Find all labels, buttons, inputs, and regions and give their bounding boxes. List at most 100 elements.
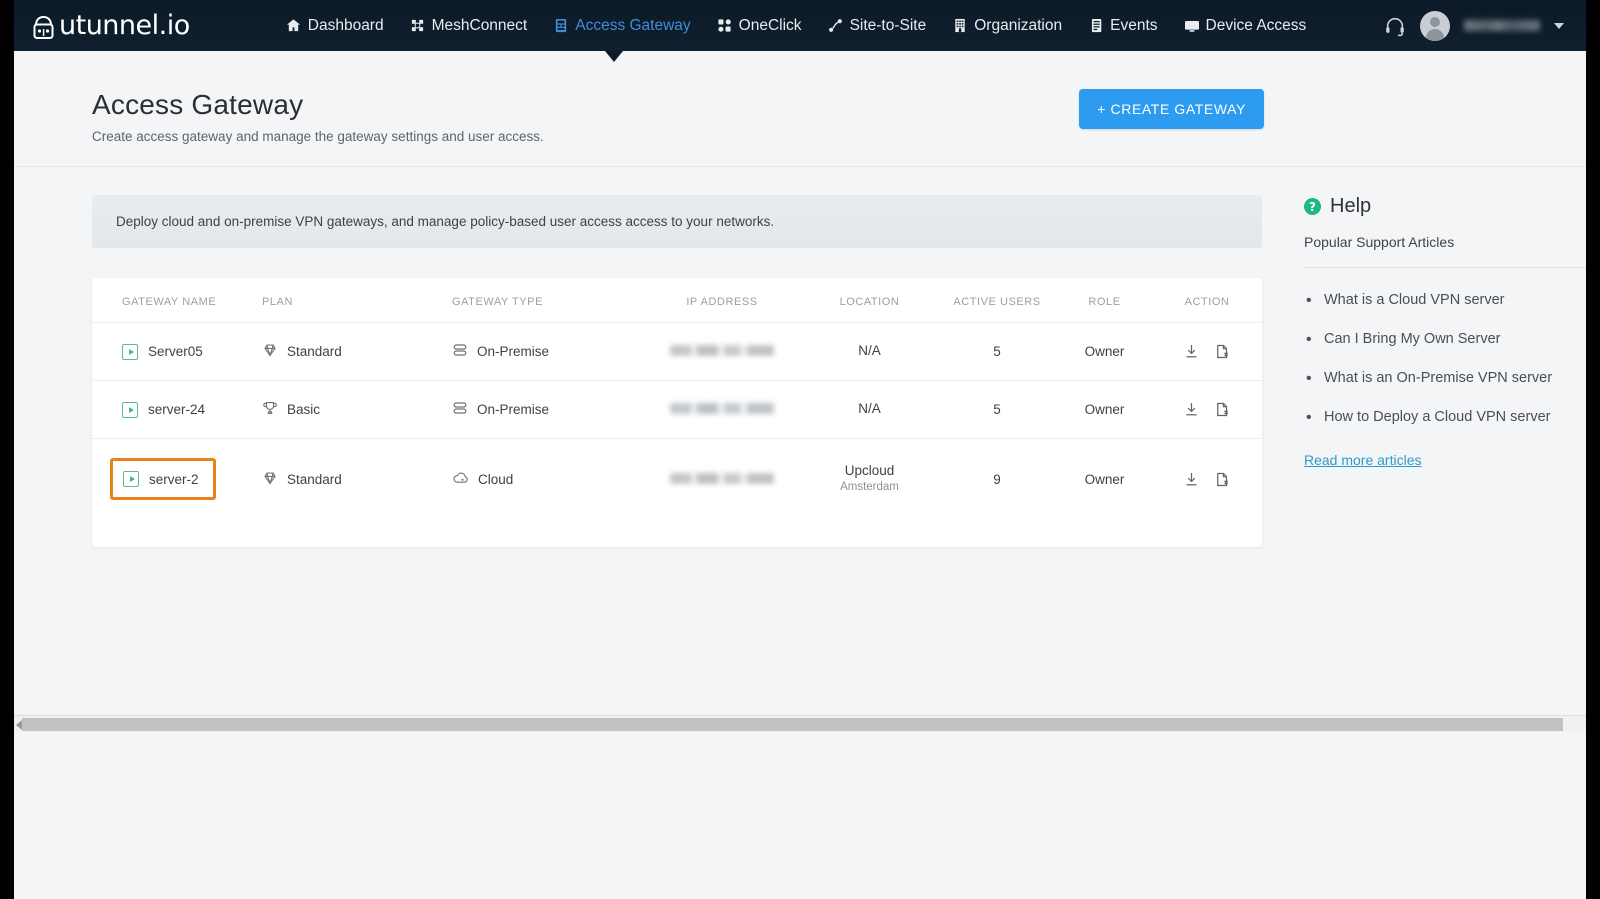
cell-location: Upcloud Amsterdam <box>802 439 937 520</box>
help-title: ? Help <box>1304 195 1586 218</box>
cell-plan: Standard <box>262 322 452 382</box>
list-document-icon <box>1088 18 1104 34</box>
mesh-network-icon <box>410 18 426 34</box>
list-item[interactable]: How to Deploy a Cloud VPN server <box>1304 406 1586 429</box>
plan-text: Basic <box>287 402 321 418</box>
gateway-status-icon <box>122 401 138 418</box>
nav-label: MeshConnect <box>431 16 528 34</box>
trophy-icon <box>262 400 278 419</box>
nav-label: OneClick <box>738 16 802 34</box>
help-articles-list: What is a Cloud VPN server Can I Bring M… <box>1304 289 1586 429</box>
grid-squares-icon <box>717 18 733 34</box>
table-row[interactable]: server-24 Basic On-Premise N/A 5 Owner <box>92 380 1262 440</box>
ip-address-masked <box>670 403 774 415</box>
cell-role: Owner <box>1084 471 1125 487</box>
location-text: N/A <box>858 401 881 417</box>
cell-ip-address <box>642 380 802 440</box>
column-header-ip-address: IP ADDRESS <box>642 278 802 324</box>
cell-actions <box>1152 380 1262 440</box>
column-header-gateway-type: GATEWAY TYPE <box>452 278 642 324</box>
nav-label: Access Gateway <box>575 16 691 34</box>
read-more-articles-link[interactable]: Read more articles <box>1304 452 1422 468</box>
nav-label: Site-to-Site <box>849 16 927 34</box>
page-header: Access Gateway Create access gateway and… <box>14 51 1586 168</box>
app-window: utunnel.io Dashboard MeshConnect Access … <box>0 0 1600 899</box>
page-header-text: Access Gateway Create access gateway and… <box>92 89 544 144</box>
cell-plan: Standard <box>262 439 452 520</box>
help-sidebar: ? Help Popular Support Articles What is … <box>1304 195 1586 899</box>
nav-item-meshconnect[interactable]: MeshConnect <box>410 16 528 35</box>
ip-address-masked <box>670 472 774 484</box>
nav-item-device-access[interactable]: Device Access <box>1184 16 1307 35</box>
list-item[interactable]: What is a Cloud VPN server <box>1304 289 1586 312</box>
gateway-name-text: server-24 <box>148 402 206 418</box>
gem-icon <box>262 470 278 489</box>
cell-active-users: 9 <box>993 471 1001 487</box>
gateway-name-text: server-2 <box>149 471 199 487</box>
cell-gateway-type: Cloud <box>452 439 642 520</box>
nav-item-oneclick[interactable]: OneClick <box>717 17 802 35</box>
file-remove-icon[interactable] <box>1214 343 1231 360</box>
monitor-icon <box>1184 18 1200 34</box>
column-header-active-users: ACTIVE USERS <box>937 278 1057 324</box>
nav-item-access-gateway[interactable]: Access Gateway <box>553 16 691 35</box>
cloud-icon <box>452 470 469 489</box>
gateway-status-icon <box>123 471 139 488</box>
top-navbar: utunnel.io Dashboard MeshConnect Access … <box>14 0 1586 51</box>
table-row[interactable]: server-2 Standard Cloud Upcloud Amsterda… <box>92 439 1262 520</box>
scrollbar-thumb[interactable] <box>22 717 1563 731</box>
cell-gateway-name[interactable]: server-24 <box>92 380 262 440</box>
cell-gateway-name[interactable]: server-2 <box>92 439 262 520</box>
headset-icon[interactable] <box>1384 15 1406 37</box>
cell-gateway-name[interactable]: Server05 <box>92 322 262 382</box>
main-column: Deploy cloud and on-premise VPN gateways… <box>92 195 1262 899</box>
lock-tunnel-icon <box>30 12 57 40</box>
server-stack-icon <box>452 342 468 361</box>
nav-label: Device Access <box>1205 16 1307 34</box>
cell-actions <box>1152 439 1262 520</box>
column-header-plan: PLAN <box>262 278 452 324</box>
cell-active-users: 5 <box>937 322 1057 382</box>
gateway-type-text: Cloud <box>478 471 514 487</box>
file-remove-icon[interactable] <box>1214 471 1231 488</box>
nav-item-site-to-site[interactable]: Site-to-Site <box>828 16 927 35</box>
gateway-name-text: Server05 <box>148 344 203 360</box>
page-subtitle: Create access gateway and manage the gat… <box>92 129 544 145</box>
ip-address-masked <box>670 345 774 357</box>
file-remove-icon[interactable] <box>1214 401 1231 418</box>
brand-logo-text: utunnel.io <box>59 10 190 41</box>
nav-links: Dashboard MeshConnect Access Gateway One… <box>286 16 1307 35</box>
cell-ip-address <box>642 439 802 520</box>
cell-gateway-type: On-Premise <box>452 322 642 382</box>
nav-item-organization[interactable]: Organization <box>952 17 1062 35</box>
nav-item-dashboard[interactable]: Dashboard <box>286 17 384 35</box>
avatar[interactable] <box>1420 10 1450 41</box>
scroll-left-arrow-icon[interactable] <box>16 720 22 730</box>
download-icon[interactable] <box>1183 343 1200 360</box>
gateway-name-highlight[interactable]: server-2 <box>110 458 216 501</box>
chevron-down-icon[interactable] <box>1554 22 1564 29</box>
column-header-action: ACTION <box>1152 278 1262 324</box>
list-item[interactable]: Can I Bring My Own Server <box>1304 328 1586 351</box>
home-icon <box>286 18 302 34</box>
list-item[interactable]: What is an On-Premise VPN server <box>1304 367 1586 390</box>
cell-location: N/A <box>802 380 937 440</box>
navbar-right <box>1384 10 1586 41</box>
nav-label: Dashboard <box>307 16 384 34</box>
nav-item-events[interactable]: Events <box>1088 17 1158 35</box>
location-sub-text: Amsterdam <box>840 480 899 493</box>
create-gateway-button[interactable]: + CREATE GATEWAY <box>1079 89 1264 129</box>
gateway-type-text: On-Premise <box>477 402 550 418</box>
table-body: Server05 Standard On-Premise N/A 5 Owner… <box>92 322 1262 520</box>
cell-plan: Basic <box>262 380 452 440</box>
question-circle-icon: ? <box>1304 198 1321 216</box>
brand-logo[interactable]: utunnel.io <box>30 10 190 41</box>
horizontal-scrollbar[interactable] <box>14 715 1586 732</box>
download-icon[interactable] <box>1183 401 1200 418</box>
plan-text: Standard <box>287 344 342 360</box>
username-label <box>1464 20 1540 31</box>
page-body: Deploy cloud and on-premise VPN gateways… <box>14 167 1586 899</box>
download-icon[interactable] <box>1183 471 1200 488</box>
table-row[interactable]: Server05 Standard On-Premise N/A 5 Owner <box>92 322 1262 382</box>
server-stack-icon <box>452 400 468 419</box>
